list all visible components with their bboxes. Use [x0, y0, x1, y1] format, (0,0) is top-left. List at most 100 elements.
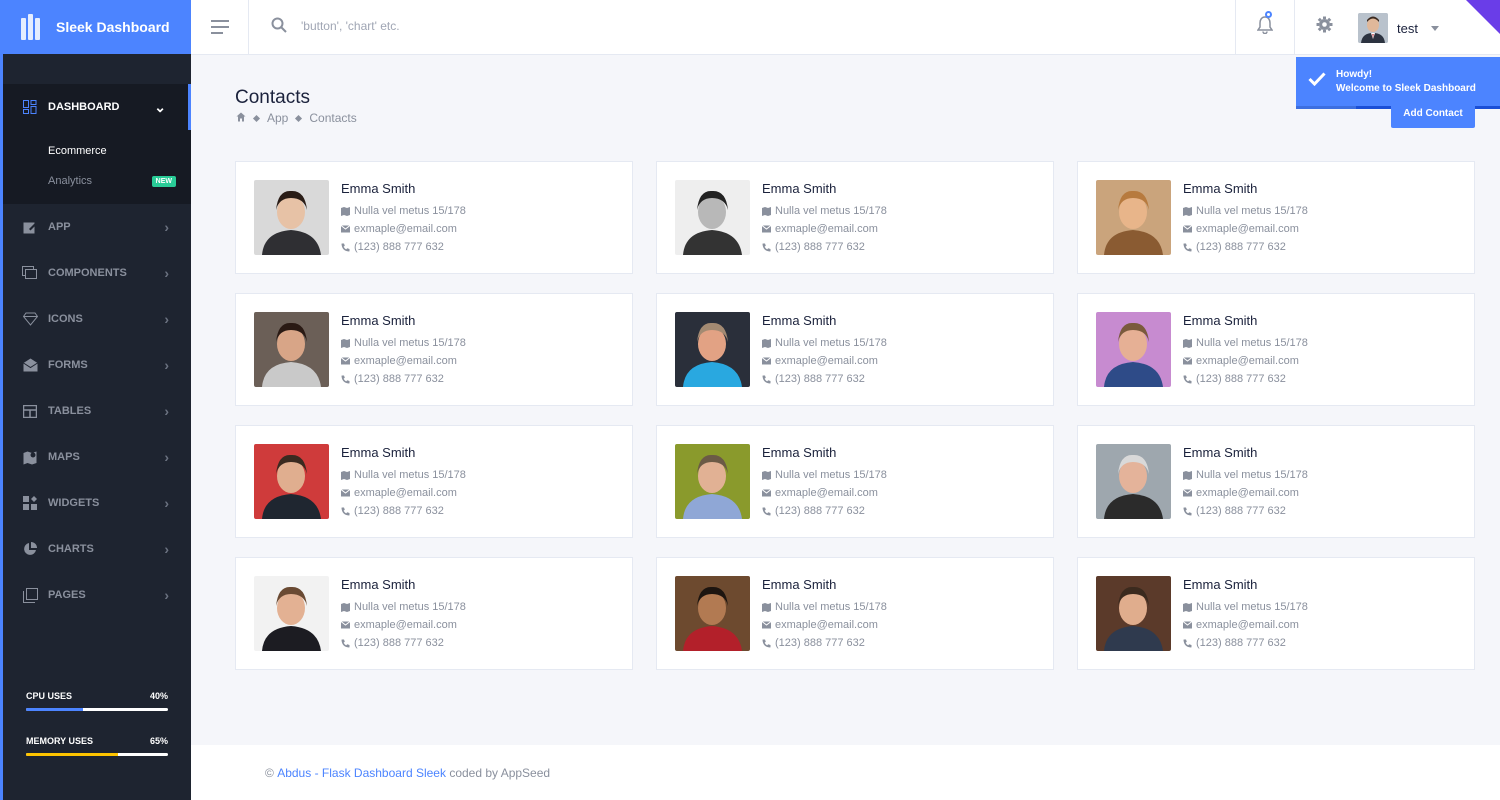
add-contact-button[interactable]: Add Contact [1391, 98, 1475, 128]
contact-photo [254, 180, 329, 255]
page-title: Contacts [235, 87, 310, 108]
map-icon [341, 470, 350, 480]
sidebar-item-label: Forms [48, 359, 88, 371]
contact-phone: (123) 888 777 632 [1183, 238, 1308, 256]
chart-pie-icon [22, 541, 38, 557]
contact-card[interactable]: Emma Smith Nulla vel metus 15/178 exmaple@… [1077, 293, 1475, 406]
brand[interactable]: Sleek Dashboard [3, 0, 191, 54]
contact-card[interactable]: Emma Smith Nulla vel metus 15/178 exmaple@… [656, 161, 1054, 274]
phone-icon [1183, 639, 1192, 648]
sidebar-item-tables[interactable]: Tables › [3, 388, 191, 434]
sidebar-item-icons[interactable]: Icons › [3, 296, 191, 342]
contact-photo [1096, 312, 1171, 387]
contact-name[interactable]: Emma Smith [762, 445, 887, 460]
contact-info: Emma Smith Nulla vel metus 15/178 exmaple@… [762, 313, 887, 388]
contact-info: Emma Smith Nulla vel metus 15/178 exmaple@… [341, 445, 466, 520]
sidebar-item-dashboard[interactable]: Dashboard ⌄ [3, 84, 191, 130]
product-link[interactable]: Flask Dashboard Sleek [322, 766, 446, 780]
sidebar-item-label: Dashboard [48, 101, 120, 113]
chevron-down-icon: ⌄ [154, 98, 166, 115]
sidebar-item-maps[interactable]: Maps › [3, 434, 191, 480]
bell-icon [1256, 15, 1274, 39]
contact-card[interactable]: Emma Smith Nulla vel metus 15/178 exmaple@… [656, 293, 1054, 406]
settings-button[interactable] [1294, 0, 1353, 54]
contact-email-text: exmaple@email.com [354, 619, 457, 631]
email-icon [1183, 356, 1192, 366]
contact-address-text: Nulla vel metus 15/178 [1196, 205, 1308, 217]
sidebar-item-forms[interactable]: Forms › [3, 342, 191, 388]
contact-name[interactable]: Emma Smith [341, 577, 466, 592]
phone-icon [762, 639, 771, 648]
contact-phone: (123) 888 777 632 [762, 238, 887, 256]
contact-card[interactable]: Emma Smith Nulla vel metus 15/178 exmaple@… [235, 425, 633, 538]
sidebar-item-label: Pages [48, 589, 86, 601]
sidebar-subitem-ecommerce[interactable]: Ecommerce [3, 136, 191, 166]
contact-email-text: exmaple@email.com [354, 355, 457, 367]
contact-info: Emma Smith Nulla vel metus 15/178 exmaple@… [1183, 445, 1308, 520]
map-icon [762, 338, 771, 348]
contact-email-text: exmaple@email.com [775, 619, 878, 631]
contact-address: Nulla vel metus 15/178 [341, 598, 466, 616]
phone-icon [341, 507, 350, 516]
pencil-square-icon [22, 219, 38, 235]
sidebar-item-app[interactable]: App › [3, 204, 191, 250]
email-icon [341, 224, 350, 234]
notifications-button[interactable] [1235, 0, 1294, 54]
user-menu[interactable]: test [1358, 13, 1439, 43]
sidebar-item-label: Icons [48, 313, 83, 325]
map-icon [1183, 470, 1192, 480]
contact-address-text: Nulla vel metus 15/178 [354, 469, 466, 481]
email-icon [762, 356, 771, 366]
contact-phone-text: (123) 888 777 632 [775, 505, 865, 517]
breadcrumb-app[interactable]: App [267, 111, 288, 125]
memory-usage: MEMORY USES 65% [26, 736, 168, 756]
caret-down-icon [1430, 25, 1439, 31]
layers-icon [22, 265, 38, 281]
sidebar-item-pages[interactable]: Pages › [3, 572, 191, 618]
map-icon [762, 206, 771, 216]
contact-card[interactable]: Emma Smith Nulla vel metus 15/178 exmaple@… [235, 161, 633, 274]
sidebar-item-components[interactable]: Components › [3, 250, 191, 296]
contact-name[interactable]: Emma Smith [1183, 313, 1308, 328]
contact-name[interactable]: Emma Smith [341, 313, 466, 328]
contact-name[interactable]: Emma Smith [1183, 445, 1308, 460]
home-icon[interactable] [236, 111, 246, 125]
contact-address: Nulla vel metus 15/178 [762, 202, 887, 220]
contact-card[interactable]: Emma Smith Nulla vel metus 15/178 exmaple@… [1077, 161, 1475, 274]
contact-phone-text: (123) 888 777 632 [1196, 637, 1286, 649]
contact-card[interactable]: Emma Smith Nulla vel metus 15/178 exmaple@… [1077, 557, 1475, 670]
contact-card[interactable]: Emma Smith Nulla vel metus 15/178 exmaple@… [235, 557, 633, 670]
corner-ribbon [1466, 0, 1500, 34]
sidebar-item-widgets[interactable]: Widgets › [3, 480, 191, 526]
contact-address: Nulla vel metus 15/178 [762, 334, 887, 352]
contact-phone-text: (123) 888 777 632 [1196, 241, 1286, 253]
contact-email: exmaple@email.com [1183, 220, 1308, 238]
contact-name[interactable]: Emma Smith [1183, 577, 1308, 592]
contact-info: Emma Smith Nulla vel metus 15/178 exmaple@… [341, 313, 466, 388]
sidebar-subitem-analytics[interactable]: Analytics NEW [3, 166, 191, 196]
diamond-icon [22, 311, 38, 327]
cpu-usage-fill [26, 708, 83, 711]
contact-name[interactable]: Emma Smith [341, 445, 466, 460]
contact-card[interactable]: Emma Smith Nulla vel metus 15/178 exmaple@… [235, 293, 633, 406]
map-icon [341, 602, 350, 612]
contact-name[interactable]: Emma Smith [341, 181, 466, 196]
contact-name[interactable]: Emma Smith [1183, 181, 1308, 196]
search-input[interactable] [301, 16, 701, 36]
contact-name[interactable]: Emma Smith [762, 313, 887, 328]
contact-photo [1096, 576, 1171, 651]
contact-photo [254, 444, 329, 519]
contact-name[interactable]: Emma Smith [762, 577, 887, 592]
contact-email-text: exmaple@email.com [775, 355, 878, 367]
contact-phone: (123) 888 777 632 [1183, 502, 1308, 520]
sidebar-item-label: Components [48, 267, 127, 279]
contact-email: exmaple@email.com [1183, 352, 1308, 370]
contact-email: exmaple@email.com [341, 220, 466, 238]
author-link[interactable]: Abdus [277, 766, 311, 780]
contact-card[interactable]: Emma Smith Nulla vel metus 15/178 exmaple@… [1077, 425, 1475, 538]
contact-card[interactable]: Emma Smith Nulla vel metus 15/178 exmaple@… [656, 425, 1054, 538]
contact-name[interactable]: Emma Smith [762, 181, 887, 196]
sidebar-toggle-button[interactable] [191, 0, 249, 54]
sidebar-item-charts[interactable]: Charts › [3, 526, 191, 572]
contact-card[interactable]: Emma Smith Nulla vel metus 15/178 exmaple@… [656, 557, 1054, 670]
